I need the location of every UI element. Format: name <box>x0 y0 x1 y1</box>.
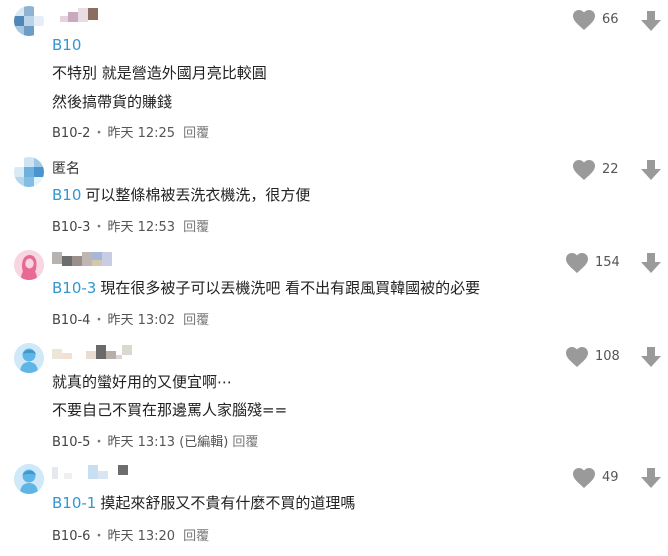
like-count: 108 <box>595 349 620 364</box>
meta-separator: ・ <box>92 126 106 141</box>
author-name-redacted <box>52 465 132 479</box>
comment-meta: B10-3 ・昨天 12:53 回覆 <box>52 216 209 235</box>
author-name-redacted <box>52 8 102 22</box>
like-control: 49 <box>572 467 632 489</box>
heart-icon[interactable] <box>572 9 596 31</box>
reply-button[interactable]: 回覆 <box>232 435 258 450</box>
comment-meta: B10-2 ・昨天 12:25 回覆 <box>52 122 209 141</box>
meta-separator: ・ <box>92 313 106 328</box>
author-name-redacted <box>52 252 122 266</box>
female-avatar-icon[interactable] <box>14 250 44 280</box>
reply-to-tag[interactable]: B10 <box>52 36 81 54</box>
like-count: 66 <box>602 12 619 27</box>
comment-text-line: 然後搞帶貨的賺錢 <box>52 93 173 111</box>
comment-text: B10 <box>52 35 85 55</box>
like-control: 154 <box>565 252 625 274</box>
arrow-down-icon[interactable] <box>640 346 662 368</box>
male-avatar-icon[interactable] <box>14 464 44 494</box>
arrow-down-icon[interactable] <box>640 252 662 274</box>
floor-number: B10-5 <box>52 435 91 450</box>
comment-text: B10 可以整條棉被丟洗衣機洗，很方便 <box>52 185 310 205</box>
arrow-down-icon[interactable] <box>640 159 662 181</box>
reply-to-tag[interactable]: B10-3 <box>52 279 96 297</box>
like-control: 66 <box>572 9 632 31</box>
meta-separator: ・ <box>92 220 106 235</box>
like-count: 22 <box>602 162 619 177</box>
reply-button[interactable]: 回覆 <box>183 529 209 544</box>
author-name: 匿名 <box>52 161 80 177</box>
arrow-down-icon[interactable] <box>640 467 662 489</box>
comment-time: 昨天 13:13 <box>107 435 176 450</box>
floor-number: B10-6 <box>52 529 91 544</box>
heart-icon[interactable] <box>565 346 589 368</box>
comment-text-line: 就真的蠻好用的又便宜啊⋯ <box>52 373 233 391</box>
floor-number: B10-4 <box>52 313 91 328</box>
meta-separator: ・ <box>92 529 106 544</box>
pixelated-avatar-icon[interactable] <box>14 6 44 36</box>
comment-time: 昨天 13:20 <box>107 529 176 544</box>
comment-time: 昨天 12:25 <box>107 126 176 141</box>
heart-icon[interactable] <box>572 467 596 489</box>
like-control: 22 <box>572 159 632 181</box>
reply-button[interactable]: 回覆 <box>183 126 209 141</box>
reply-to-tag[interactable]: B10-1 <box>52 494 96 512</box>
comment-text-line: 不特別 就是營造外國月亮比較圓 <box>52 64 267 82</box>
reply-to-tag[interactable]: B10 <box>52 186 81 204</box>
comment-time: 昨天 13:02 <box>107 313 176 328</box>
pixelated-avatar-icon[interactable] <box>14 157 44 187</box>
comment-meta: B10-6 ・昨天 13:20 回覆 <box>52 525 209 544</box>
author-name-redacted <box>52 345 132 359</box>
like-count: 49 <box>602 470 619 485</box>
comment-text-line: 可以整條棉被丟洗衣機洗，很方便 <box>85 186 311 204</box>
comment-text: B10-3 現在很多被子可以丟機洗吧 看不出有跟風買韓國被的必要 <box>52 278 480 298</box>
like-count: 154 <box>595 255 620 270</box>
edited-label: (已編輯) <box>179 435 229 450</box>
reply-button[interactable]: 回覆 <box>183 313 209 328</box>
male-avatar-icon[interactable] <box>14 343 44 373</box>
reply-button[interactable]: 回覆 <box>183 220 209 235</box>
arrow-down-icon[interactable] <box>640 10 662 32</box>
comment-text-line: 現在很多被子可以丟機洗吧 看不出有跟風買韓國被的必要 <box>100 279 481 297</box>
comment-text-line: 不要自己不買在那邊罵人家腦殘== <box>52 401 288 419</box>
comment-meta: B10-5 ・昨天 13:13 (已編輯) 回覆 <box>52 431 258 450</box>
heart-icon[interactable] <box>565 252 589 274</box>
floor-number: B10-3 <box>52 220 91 235</box>
heart-icon[interactable] <box>572 159 596 181</box>
comment-text: B10-1 摸起來舒服又不貴有什麼不買的道理嗎 <box>52 493 355 513</box>
comment-meta: B10-4 ・昨天 13:02 回覆 <box>52 309 209 328</box>
floor-number: B10-2 <box>52 126 91 141</box>
like-control: 108 <box>565 346 625 368</box>
comment-time: 昨天 12:53 <box>107 220 176 235</box>
comment-text-line: 摸起來舒服又不貴有什麼不買的道理嗎 <box>100 494 356 512</box>
meta-separator: ・ <box>92 435 106 450</box>
